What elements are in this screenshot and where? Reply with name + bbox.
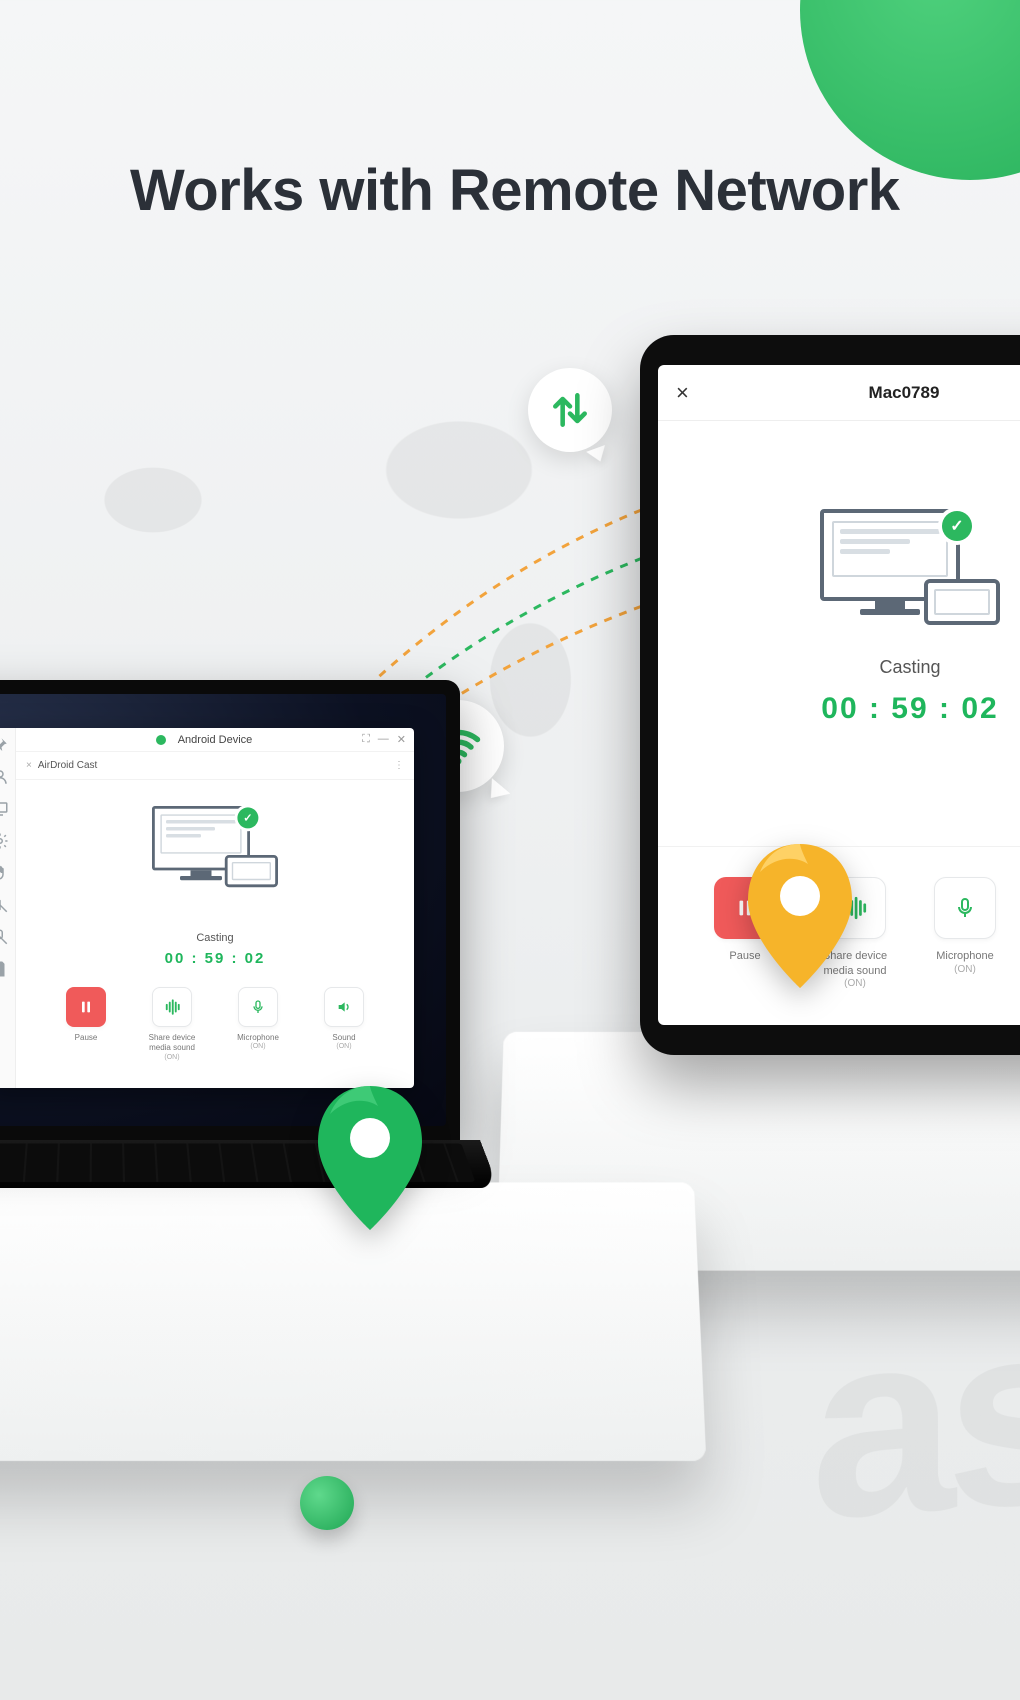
window-body: ✓ Casting 00 : 59 : 02 Pause Share dev	[16, 780, 414, 1088]
microphone-icon	[953, 896, 977, 920]
laptop-share-sub: (ON)	[164, 1054, 179, 1061]
gear-icon[interactable]	[0, 832, 9, 850]
mute-icon[interactable]	[0, 896, 9, 914]
laptop-sound-button[interactable]	[324, 987, 364, 1027]
window-titlebar: Android Device ⛶ — ✕	[16, 728, 414, 752]
laptop-lid: Android Device ⛶ — ✕ × AirDroid Cast ⋮	[0, 680, 460, 1140]
laptop-mic-button[interactable]	[238, 987, 278, 1027]
microphone-button[interactable]	[934, 877, 996, 939]
mic-mute-icon[interactable]	[0, 928, 9, 946]
window-sidebar	[0, 728, 16, 1088]
pause-icon	[78, 999, 94, 1015]
decorative-green-ball	[300, 1476, 354, 1530]
casting-status-label: Casting	[879, 657, 940, 678]
sound-bars-icon	[163, 998, 181, 1016]
microphone-label: Microphone	[936, 949, 993, 963]
document-icon[interactable]	[0, 960, 9, 978]
window-tabbar: × AirDroid Cast ⋮	[16, 752, 414, 780]
laptop-pause-label: Pause	[75, 1033, 98, 1043]
laptop-screen: Android Device ⛶ — ✕ × AirDroid Cast ⋮	[0, 694, 446, 1126]
tab-close-icon[interactable]: ×	[26, 760, 32, 771]
casting-timer: 00 : 59 : 02	[821, 692, 998, 726]
monitor-icon[interactable]	[0, 800, 9, 818]
window-close-icon[interactable]: ✕	[397, 733, 406, 746]
minimize-icon[interactable]: —	[378, 733, 389, 746]
tab-airdroid-cast[interactable]: × AirDroid Cast	[26, 760, 97, 771]
tablet-title: Mac0789	[869, 383, 940, 403]
microphone-sub: (ON)	[954, 964, 976, 975]
devices-illustration-small: ✓	[152, 806, 278, 890]
pin-icon[interactable]	[0, 736, 9, 754]
transfer-bubble	[528, 368, 612, 452]
tab-label: AirDroid Cast	[38, 760, 97, 771]
background-watermark: as	[811, 1262, 1020, 1580]
transfer-icon	[548, 388, 592, 432]
laptop-sound-label: Sound	[332, 1033, 355, 1043]
close-icon[interactable]: ×	[676, 380, 689, 406]
decorative-corner-circle	[800, 0, 1020, 180]
location-pin-green	[310, 1078, 430, 1243]
tab-more-icon[interactable]: ⋮	[394, 760, 404, 771]
laptop-sound-sub: (ON)	[336, 1043, 351, 1050]
laptop-mic-sub: (ON)	[250, 1043, 265, 1050]
microphone-control: Microphone (ON)	[923, 877, 1007, 989]
tablet-header: × Mac0789 •••	[658, 365, 1020, 421]
laptop-controls: Pause Share device media sound (ON) Micr…	[54, 987, 376, 1061]
microphone-icon	[250, 999, 266, 1015]
location-pin-yellow	[740, 836, 860, 1001]
check-icon: ✓	[942, 511, 972, 541]
devices-illustration: ✓	[820, 509, 1000, 629]
laptop-mic-label: Microphone	[237, 1033, 279, 1043]
laptop-share-label: Share device media sound	[140, 1033, 204, 1054]
laptop-pause-button[interactable]	[66, 987, 106, 1027]
cast-illustration: ✓ Casting 00 : 59 : 02	[658, 421, 1020, 846]
app-logo-dot	[156, 735, 166, 745]
laptop-casting-label: Casting	[196, 932, 233, 944]
user-icon[interactable]	[0, 768, 9, 786]
window-main: Android Device ⛶ — ✕ × AirDroid Cast ⋮	[16, 728, 414, 1088]
expand-icon[interactable]: ⛶	[362, 733, 370, 746]
app-window: Android Device ⛶ — ✕ × AirDroid Cast ⋮	[0, 728, 414, 1088]
hand-icon[interactable]	[0, 864, 9, 882]
window-title: Android Device	[178, 734, 253, 746]
phone-illustration	[924, 579, 1000, 625]
laptop-casting-timer: 00 : 59 : 02	[165, 950, 266, 967]
page-headline: Works with Remote Network	[130, 158, 900, 225]
laptop-share-button[interactable]	[152, 987, 192, 1027]
speaker-icon	[336, 999, 352, 1015]
